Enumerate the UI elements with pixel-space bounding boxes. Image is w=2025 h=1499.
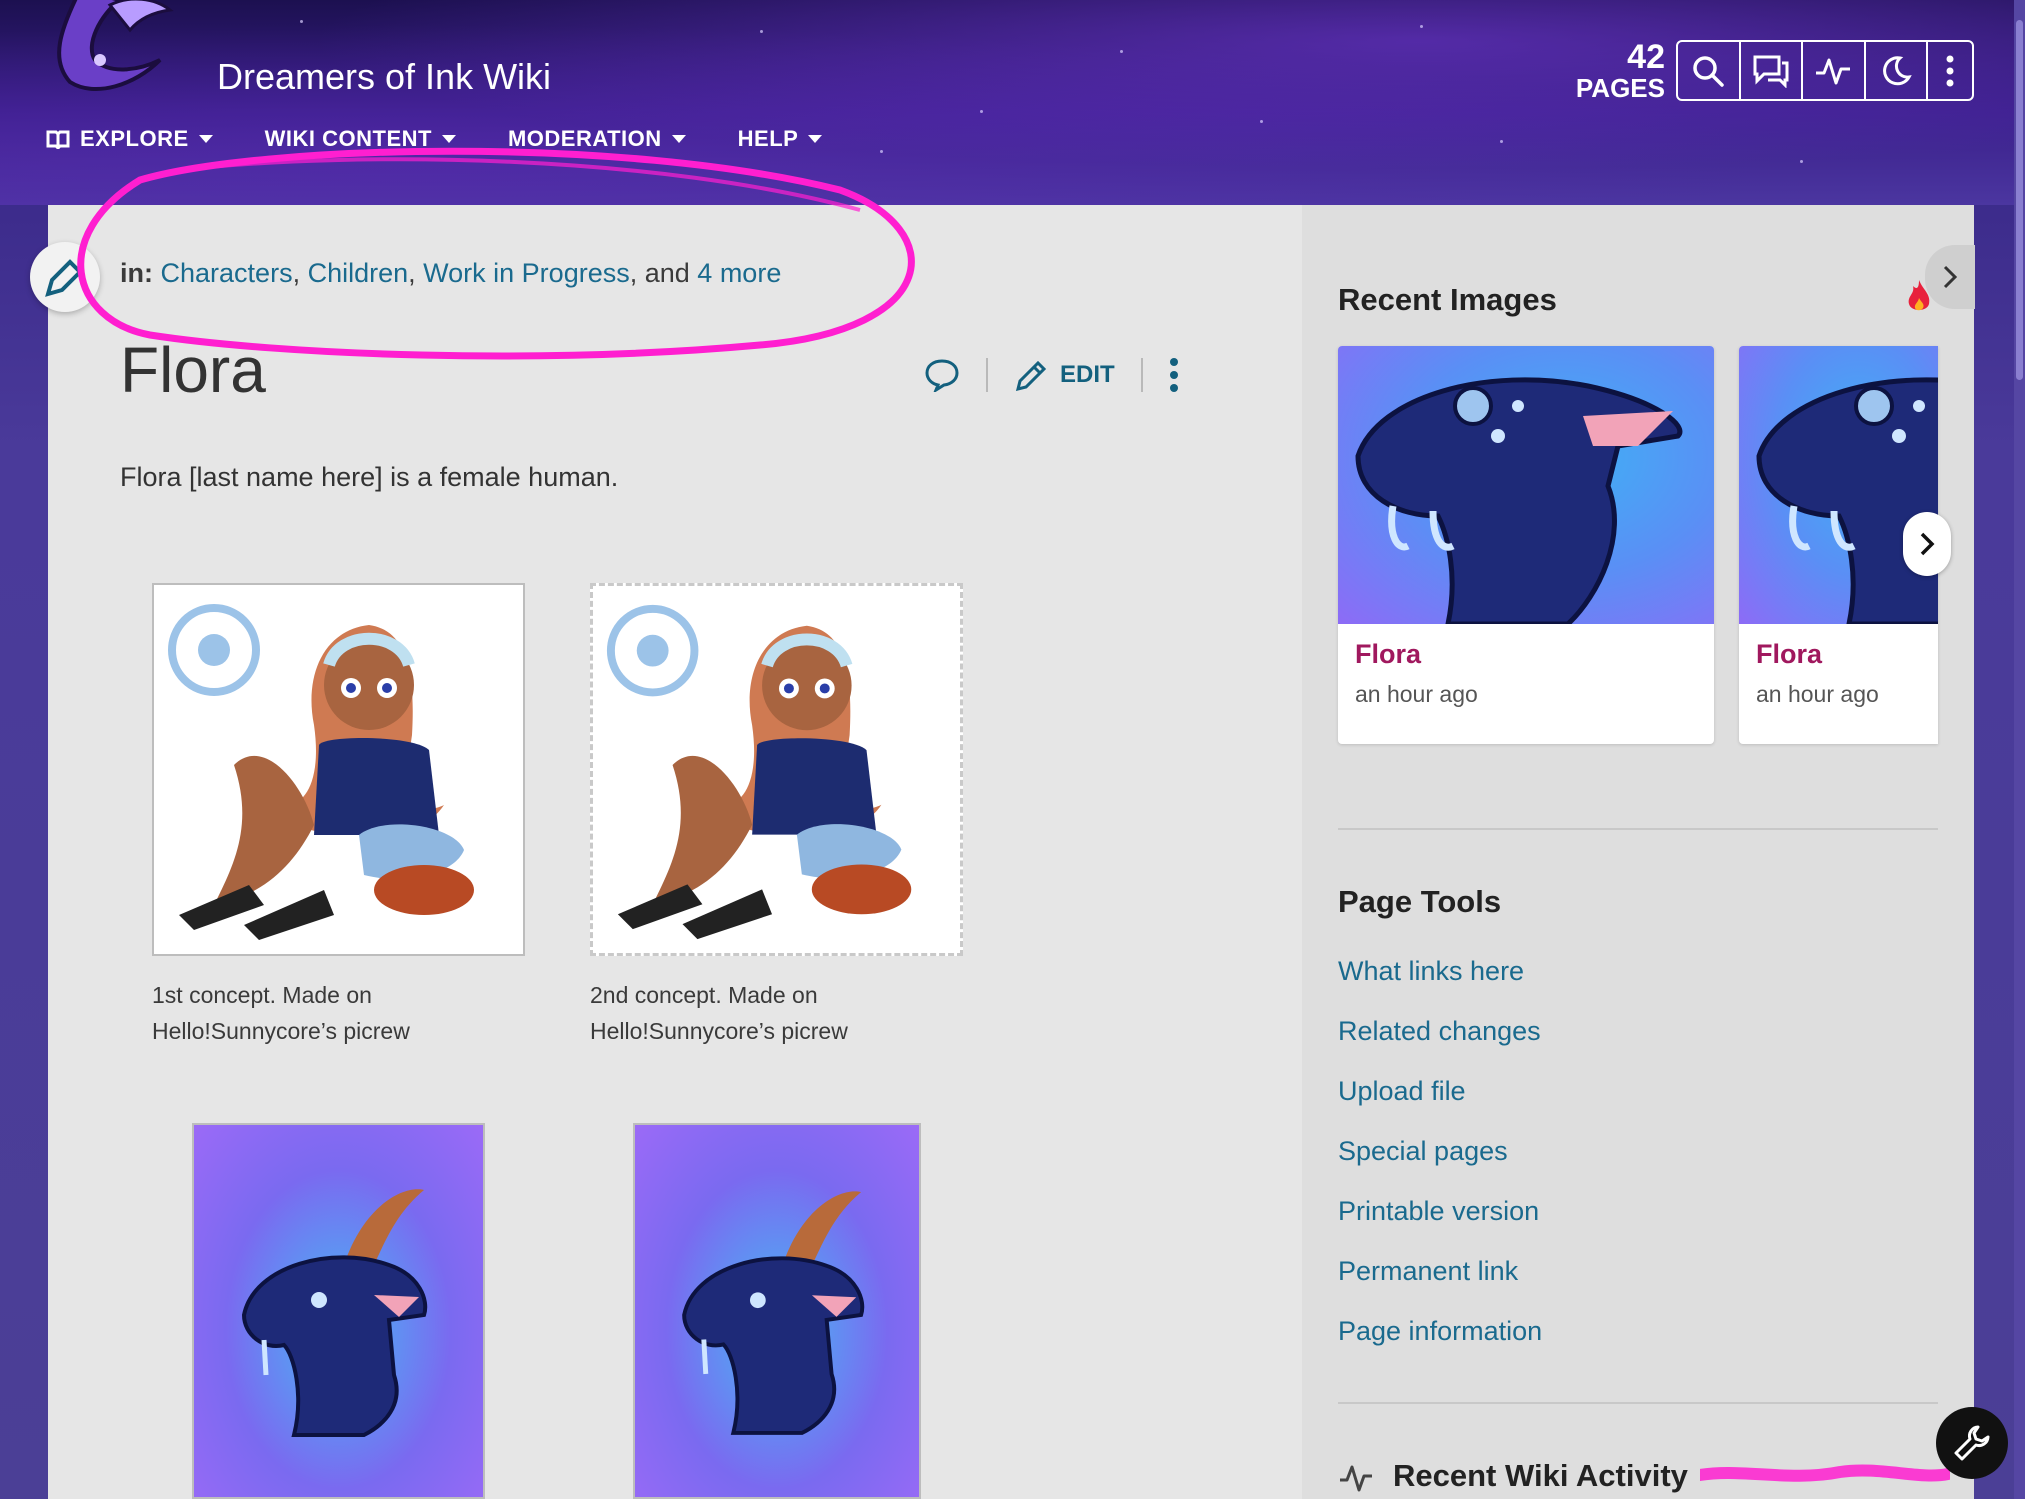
categories-prefix: in: [120, 258, 153, 288]
action-divider [1140, 358, 1143, 392]
recent-activity-title: Recent Wiki Activity [1393, 1458, 1688, 1493]
dragon-illustration [241, 1189, 428, 1437]
recent-images-title: Recent Images [1338, 282, 1557, 317]
recent-image-thumbnail [1338, 346, 1714, 624]
recent-image-time: an hour ago [1756, 681, 1879, 707]
wiki-logo[interactable] [40, 0, 180, 95]
categories-and: , and [629, 258, 690, 288]
recent-image-time: an hour ago [1355, 681, 1478, 707]
nav-help-label: HELP [737, 126, 799, 151]
more-vertical-icon[interactable] [1169, 357, 1179, 393]
category-work-in-progress[interactable]: Work in Progress [423, 258, 630, 288]
gallery-image-2[interactable] [590, 583, 963, 956]
nav-explore-label: EXPLORE [80, 126, 189, 151]
chevron-right-icon [1943, 265, 1958, 289]
search-icon [1693, 55, 1724, 87]
annotation-scribble [1700, 1464, 1950, 1482]
gallery-image-3[interactable] [192, 1123, 485, 1499]
gallery-caption-2: 2nd concept. Made on Hello!Sunnycore’s p… [590, 977, 848, 1049]
caption-line: Hello!Sunnycore’s picrew [152, 1018, 410, 1044]
explore-icon [46, 130, 70, 149]
fire-icon [1908, 280, 1930, 311]
page-scrollbar[interactable] [2014, 0, 2025, 1499]
category-characters[interactable]: Characters [161, 258, 293, 288]
page-tool-permanent-link[interactable]: Permanent link [1338, 1256, 1518, 1287]
recent-images-next-button[interactable] [1903, 512, 1951, 576]
activity-icon [1816, 58, 1851, 84]
nav-moderation[interactable]: MODERATION [508, 126, 686, 152]
community-header [0, 0, 2025, 205]
pages-count-number: 42 [1627, 38, 1665, 76]
category-children[interactable]: Children [308, 258, 409, 288]
action-divider [986, 358, 988, 392]
page-tool-special-pages[interactable]: Special pages [1338, 1136, 1508, 1167]
page-tool-printable-version[interactable]: Printable version [1338, 1196, 1539, 1227]
comment-icon[interactable] [924, 358, 960, 392]
chevron-down-icon [198, 135, 213, 143]
more-icon [1946, 55, 1954, 86]
activity-icon [1340, 1465, 1372, 1492]
pencil-icon [45, 259, 83, 297]
recent-image-card[interactable]: Flora an hour ago [1338, 346, 1714, 744]
category-links: in: Characters, Children, Work in Progre… [120, 258, 782, 288]
page-title: Flora [120, 334, 266, 406]
category-more-link[interactable]: 4 more [697, 258, 781, 288]
edit-button[interactable]: EDIT [1014, 357, 1115, 393]
caption-line: 1st concept. Made on [152, 982, 372, 1008]
page-tool-what-links-here[interactable]: What links here [1338, 956, 1524, 987]
pages-counter[interactable]: 42 PAGES [1570, 40, 1665, 102]
character-illustration [606, 604, 912, 940]
discussions-button[interactable] [1741, 42, 1803, 99]
global-tools-button[interactable] [1936, 1407, 2008, 1479]
edit-label: EDIT [1060, 361, 1115, 388]
pages-count-label: PAGES [1575, 73, 1665, 103]
wiki-name[interactable]: Dreamers of Ink Wiki [217, 56, 551, 98]
caption-line: 2nd concept. Made on [590, 982, 818, 1008]
wiki-navigation: EXPLORE WIKI CONTENT MODERATION HELP [46, 126, 874, 152]
gallery-image-4[interactable] [633, 1123, 921, 1499]
pencil-icon [1015, 360, 1047, 392]
page-tools-title: Page Tools [1338, 884, 1502, 919]
scrollbar-thumb[interactable] [2016, 20, 2023, 380]
gallery-caption-1: 1st concept. Made on Hello!Sunnycore’s p… [152, 977, 410, 1049]
dragon-illustration [1756, 377, 1938, 624]
chevron-down-icon [441, 135, 456, 143]
nav-help[interactable]: HELP [738, 126, 823, 152]
article-intro: Flora [last name here] is a female human… [120, 462, 619, 492]
section-divider [1338, 1402, 1938, 1404]
chevron-right-icon [1920, 532, 1935, 556]
page-tool-related-changes[interactable]: Related changes [1338, 1016, 1541, 1047]
page-tool-upload-file[interactable]: Upload file [1338, 1076, 1466, 1107]
page-actions: EDIT [924, 357, 1179, 393]
dark-mode-icon [1882, 55, 1912, 85]
recent-image-title[interactable]: Flora [1355, 639, 1421, 670]
more-options-button[interactable] [1928, 42, 1972, 99]
nav-explore[interactable]: EXPLORE [46, 126, 213, 152]
chevron-down-icon [671, 135, 686, 143]
recent-image-title[interactable]: Flora [1756, 639, 1822, 670]
character-illustration [168, 604, 474, 940]
header-tools [1676, 40, 1974, 101]
page-tool-page-information[interactable]: Page information [1338, 1316, 1542, 1347]
wrench-icon [1954, 1425, 1990, 1461]
dragon-illustration [1355, 377, 1683, 624]
nav-wiki-content-label: WIKI CONTENT [264, 126, 432, 151]
sticky-edit-button[interactable] [30, 242, 100, 312]
recent-activity-button[interactable] [1803, 42, 1866, 99]
section-divider [1338, 828, 1938, 830]
recent-image-thumbnail [1739, 346, 1938, 624]
caption-line: Hello!Sunnycore’s picrew [590, 1018, 848, 1044]
gallery-image-1[interactable] [152, 583, 525, 956]
dragon-illustration [682, 1191, 865, 1435]
dark-mode-button[interactable] [1866, 42, 1928, 99]
search-button[interactable] [1678, 42, 1741, 99]
chevron-down-icon [808, 135, 823, 143]
discussions-icon [1753, 55, 1789, 88]
nav-moderation-label: MODERATION [507, 126, 662, 151]
nav-wiki-content[interactable]: WIKI CONTENT [265, 126, 456, 152]
